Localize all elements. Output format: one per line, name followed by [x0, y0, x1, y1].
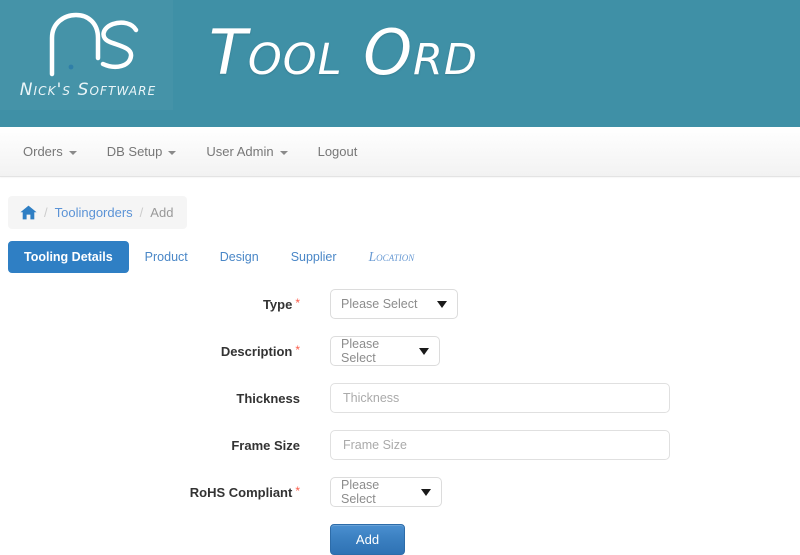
rohs-compliant-select[interactable]: Please Select	[330, 477, 442, 507]
type-select[interactable]: Please Select	[330, 289, 458, 319]
form-row-rohs-compliant: RoHS Compliant * Please Select	[0, 477, 800, 507]
form-row-description: Description * Please Select	[0, 336, 800, 366]
tab-supplier[interactable]: Supplier	[275, 241, 353, 273]
chevron-down-icon	[68, 150, 77, 155]
page-title: Tool Ord	[209, 16, 479, 89]
thickness-input[interactable]	[330, 383, 670, 413]
label-text: Frame Size	[231, 437, 300, 453]
description-select-value: Please Select	[341, 337, 380, 365]
field-wrap-frame-size	[330, 430, 670, 460]
nav-item-label: Orders	[23, 144, 63, 159]
chevron-down-icon	[168, 150, 177, 155]
logo-block[interactable]: Nick's Software	[0, 0, 173, 110]
nav-item-db-setup[interactable]: DB Setup	[92, 127, 192, 177]
type-select-value: Please Select	[341, 297, 418, 311]
label-type: Type *	[0, 295, 300, 312]
main-navbar: Orders DB Setup User Admin Logout	[0, 127, 800, 177]
breadcrumb-current: Add	[150, 205, 174, 220]
nav-item-label: Logout	[317, 144, 358, 159]
tab-location[interactable]: Location	[353, 241, 431, 273]
nav-item-label: DB Setup	[106, 144, 163, 159]
rohs-compliant-select-value: Please Select	[341, 478, 380, 506]
required-marker: *	[295, 295, 300, 310]
tab-tooling-details[interactable]: Tooling Details	[8, 241, 129, 273]
label-text: Thickness	[236, 390, 300, 406]
logo-caption: Nick's Software	[19, 80, 157, 100]
field-wrap-rohs-compliant: Please Select	[330, 477, 442, 507]
nav-item-orders[interactable]: Orders	[8, 127, 92, 177]
ns-monogram-logo	[40, 8, 160, 80]
nav-item-user-admin[interactable]: User Admin	[191, 127, 302, 177]
label-thickness: Thickness	[0, 391, 300, 406]
form-actions: Add	[0, 524, 800, 555]
field-wrap-thickness	[330, 383, 670, 413]
label-text: Type	[262, 296, 293, 312]
breadcrumb-separator: /	[44, 205, 48, 220]
form-row-thickness: Thickness	[0, 383, 800, 413]
tooling-details-form: Type * Please Select Description * Please …	[0, 289, 800, 555]
page-content: / Toolingorders / Add Tooling Details Pr…	[0, 177, 800, 555]
form-actions-spacer	[0, 524, 330, 555]
home-icon[interactable]	[20, 205, 37, 220]
nav-item-logout[interactable]: Logout	[303, 127, 373, 177]
field-wrap-description: Please Select	[330, 336, 440, 366]
form-row-frame-size: Frame Size	[0, 430, 800, 460]
tab-product[interactable]: Product	[129, 241, 204, 273]
form-tabs: Tooling Details Product Design Supplier …	[8, 241, 800, 273]
field-wrap-type: Please Select	[330, 289, 458, 319]
frame-size-input[interactable]	[330, 430, 670, 460]
label-rohs-compliant: RoHS Compliant *	[0, 483, 300, 500]
breadcrumb: / Toolingorders / Add	[8, 196, 188, 229]
label-text: Description	[220, 343, 293, 359]
label-text: RoHS Compliant	[189, 484, 293, 500]
label-description: Description *	[0, 342, 300, 359]
required-marker: *	[295, 483, 300, 498]
chevron-down-icon	[421, 488, 431, 496]
tab-design[interactable]: Design	[204, 241, 275, 273]
label-frame-size: Frame Size	[0, 438, 300, 453]
chevron-down-icon	[419, 347, 429, 355]
form-row-type: Type * Please Select	[0, 289, 800, 319]
chevron-down-icon	[437, 300, 447, 308]
add-button[interactable]: Add	[330, 524, 405, 555]
site-header: Nick's Software Tool Ord	[0, 0, 800, 127]
nav-item-label: User Admin	[206, 144, 274, 159]
description-select[interactable]: Please Select	[330, 336, 440, 366]
breadcrumb-link-toolingorders[interactable]: Toolingorders	[55, 205, 133, 220]
breadcrumb-separator: /	[139, 205, 144, 220]
chevron-down-icon	[279, 150, 288, 155]
required-marker: *	[295, 342, 300, 357]
